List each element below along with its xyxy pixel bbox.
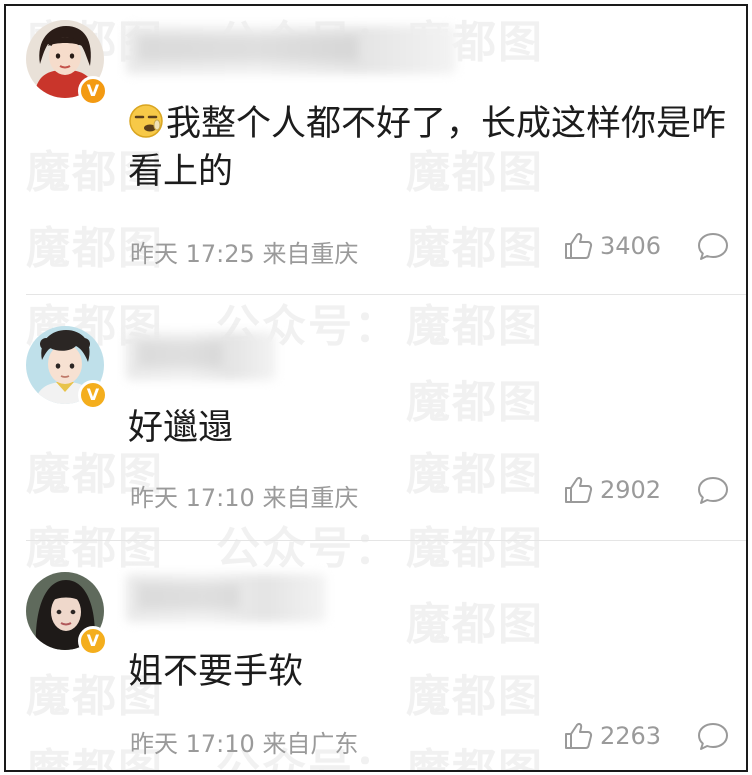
comment-time: 昨天 17:10 bbox=[130, 484, 255, 512]
comment-item: V ▒▒▒▒▒▒▒▒▒▒▒▒▒ 我整个人都不好了，长成这样你是咋看上的 昨天 1… bbox=[6, 6, 746, 294]
thumbs-up-icon bbox=[565, 723, 593, 749]
like-count: 2902 bbox=[600, 476, 662, 504]
comment-meta: 昨天 17:25 来自重庆 bbox=[130, 234, 358, 269]
username-blurred[interactable]: ▒▒▒▒▒ bbox=[126, 332, 276, 380]
comment-bubble-icon bbox=[698, 477, 728, 504]
comment-list: 魔都图 公众号： 魔都图 魔都图 魔都图 魔都图 魔都图 魔都图 公众号： 魔都… bbox=[4, 4, 748, 772]
username-blurred[interactable]: ▒▒▒▒▒▒▒▒▒▒▒▒▒ bbox=[126, 26, 456, 74]
reply-button[interactable] bbox=[696, 720, 730, 756]
divider bbox=[26, 540, 746, 541]
verified-badge: V bbox=[78, 380, 108, 410]
yawning-face-emoji bbox=[128, 103, 164, 150]
comment-bubble-icon bbox=[698, 233, 728, 260]
comment-time: 昨天 17:25 bbox=[130, 240, 255, 268]
comment-text: 好邋遢 bbox=[128, 408, 234, 448]
comment-time: 昨天 17:10 bbox=[130, 730, 255, 758]
username-blurred[interactable]: ▒▒▒▒▒▒ bbox=[126, 574, 326, 622]
thumbs-up-icon bbox=[565, 233, 593, 259]
verified-badge: V bbox=[78, 76, 108, 106]
divider bbox=[26, 294, 746, 295]
comment-item: V ▒▒▒▒▒▒ 姐不要手软 昨天 17:10 来自广东 2263 bbox=[6, 542, 746, 770]
reply-button[interactable] bbox=[696, 474, 730, 510]
comment-text: 姐不要手软 bbox=[128, 652, 304, 692]
reply-button[interactable] bbox=[696, 230, 730, 266]
verified-badge: V bbox=[78, 626, 108, 656]
comment-location: 来自广东 bbox=[262, 730, 359, 758]
comment-item: V ▒▒▒▒▒ 好邋遢 昨天 17:10 来自重庆 2902 bbox=[6, 296, 746, 540]
comment-meta: 昨天 17:10 来自重庆 bbox=[130, 478, 358, 513]
comment-meta: 昨天 17:10 来自广东 bbox=[130, 724, 358, 759]
comment-location: 来自重庆 bbox=[262, 484, 359, 512]
comment-bubble-icon bbox=[698, 723, 728, 750]
like-button[interactable]: 3406 bbox=[562, 230, 661, 262]
thumbs-up-icon bbox=[565, 477, 593, 503]
like-button[interactable]: 2263 bbox=[562, 720, 661, 752]
like-count: 3406 bbox=[600, 232, 662, 260]
comment-location: 来自重庆 bbox=[262, 240, 359, 268]
like-count: 2263 bbox=[600, 722, 662, 750]
comment-text: 我整个人都不好了，长成这样你是咋看上的 bbox=[128, 102, 728, 194]
comment-text-body: 我整个人都不好了，长成这样你是咋看上的 bbox=[128, 104, 727, 192]
like-button[interactable]: 2902 bbox=[562, 474, 661, 506]
